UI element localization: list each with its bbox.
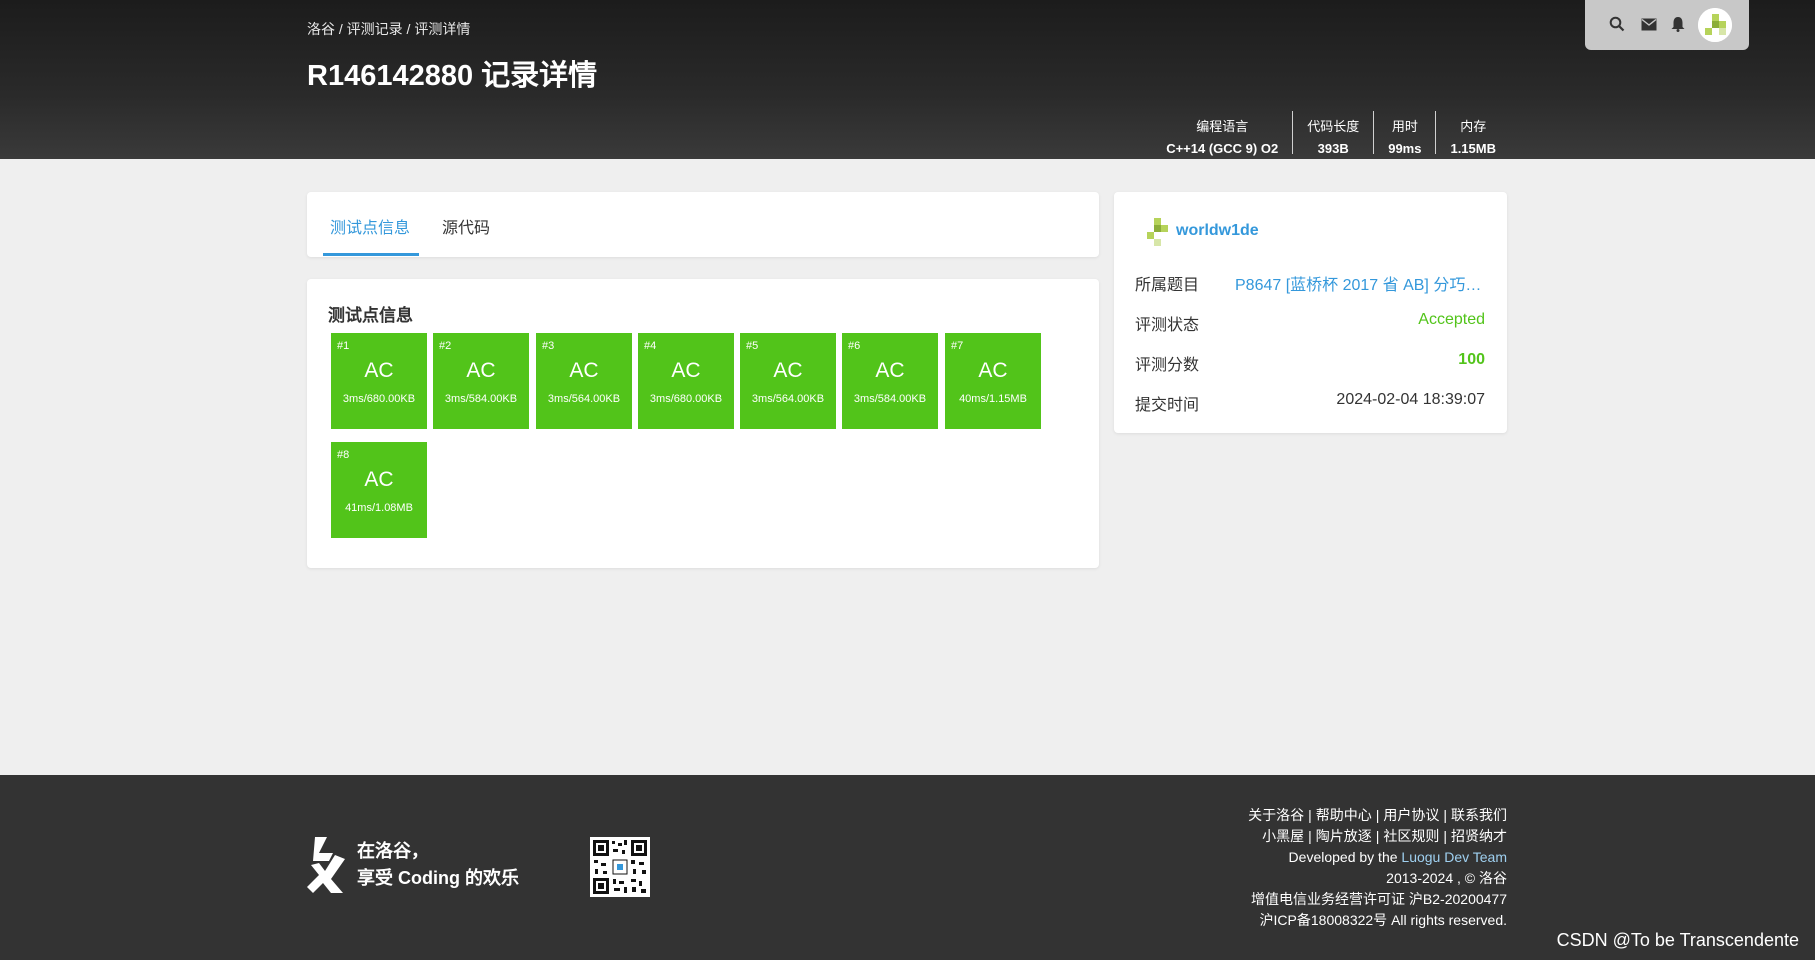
info-row-status: 评测状态 Accepted (1135, 311, 1485, 334)
luogu-logo-icon[interactable] (305, 835, 349, 895)
bell-icon[interactable] (1668, 14, 1688, 34)
footer-link-rules[interactable]: 社区规则 (1383, 828, 1439, 844)
stat-language: 编程语言 C++14 (GCC 9) O2 (1166, 119, 1279, 156)
qr-code-icon (590, 837, 650, 897)
testcase-block[interactable]: #1 AC 3ms/680.00KB (331, 333, 427, 429)
footer-link-jobs[interactable]: 招贤纳才 (1451, 828, 1507, 844)
footer-links-row-1: 关于洛谷 | 帮助中心 | 用户协议 | 联系我们 (1248, 807, 1507, 823)
info-row-score: 评测分数 100 (1135, 351, 1485, 374)
footer-license[interactable]: 增值电信业务经营许可证 沪B2-20200477 (1248, 889, 1507, 910)
stat-code-length: 代码长度 393B (1292, 111, 1373, 156)
footer-copyright: 2013-2024 , © 洛谷 (1386, 870, 1507, 886)
testcase-block[interactable]: #7 AC 40ms/1.15MB (945, 333, 1041, 429)
record-stats: 编程语言 C++14 (GCC 9) O2 代码长度 393B 用时 99ms … (1152, 111, 1510, 156)
breadcrumb-records[interactable]: 评测记录 (347, 21, 403, 37)
user-avatar-icon[interactable] (1146, 216, 1168, 246)
search-icon[interactable] (1607, 14, 1627, 34)
breadcrumb-separator: / (402, 21, 415, 37)
submit-time: 2024-02-04 18:39:07 (1336, 391, 1485, 408)
page-title: R146142880 记录详情 (307, 60, 598, 92)
status-badge: Accepted (1418, 311, 1485, 328)
user-avatar[interactable] (1698, 8, 1732, 42)
user-name-link[interactable]: worldw1de (1176, 222, 1259, 240)
footer: 在洛谷， 享受 Coding 的欢乐 关于洛谷 | 帮助中心 | 用户协议 | 联系我们 小… (0, 775, 1815, 960)
testcases-card: 测试点信息 #1 AC 3ms/680.00KB #2 AC 3ms/584.0… (307, 279, 1099, 568)
testcase-block[interactable]: #3 AC 3ms/564.00KB (536, 333, 632, 429)
footer-developed-by: Developed by the Luogu Dev Team (1288, 849, 1507, 865)
footer-link-blacklist[interactable]: 小黑屋 (1262, 828, 1304, 844)
testcase-block[interactable]: #8 AC 41ms/1.08MB (331, 442, 427, 538)
breadcrumb: 洛谷 / 评测记录 / 评测详情 (307, 19, 470, 39)
user-row: worldw1de (1146, 216, 1259, 246)
footer-link-dev-team[interactable]: Luogu Dev Team (1401, 849, 1507, 865)
breadcrumb-home[interactable]: 洛谷 (307, 21, 335, 37)
testcase-block[interactable]: #6 AC 3ms/584.00KB (842, 333, 938, 429)
footer-icp[interactable]: 沪ICP备18008322号 All rights reserved. (1248, 910, 1507, 931)
tabs-card: 测试点信息 源代码 (307, 192, 1099, 257)
info-row-submit-time: 提交时间 2024-02-04 18:39:07 (1135, 391, 1485, 414)
stat-time: 用时 99ms (1373, 111, 1435, 156)
footer-link-about[interactable]: 关于洛谷 (1248, 807, 1304, 823)
footer-links: 关于洛谷 | 帮助中心 | 用户协议 | 联系我们 小黑屋 | 陶片放逐 | 社区规则 | 招贤纳才 D… (1248, 805, 1507, 931)
tab-source-code[interactable]: 源代码 (442, 214, 490, 238)
breadcrumb-separator: / (335, 21, 347, 37)
footer-slogan: 在洛谷， 享受 Coding 的欢乐 (357, 841, 519, 888)
footer-link-ostracism[interactable]: 陶片放逐 (1316, 828, 1372, 844)
score-value: 100 (1458, 351, 1485, 368)
footer-link-help[interactable]: 帮助中心 (1316, 807, 1372, 823)
footer-link-contact[interactable]: 联系我们 (1451, 807, 1507, 823)
mail-icon[interactable] (1639, 14, 1659, 34)
testcase-block[interactable]: #4 AC 3ms/680.00KB (638, 333, 734, 429)
testcase-block[interactable]: #5 AC 3ms/564.00KB (740, 333, 836, 429)
breadcrumb-detail[interactable]: 评测详情 (414, 21, 470, 37)
problem-link[interactable]: P8647 [蓝桥杯 2017 省 AB] 分巧克力 (1235, 271, 1485, 295)
active-tab-indicator (323, 253, 419, 256)
watermark: CSDN @To be Transcendente (1556, 930, 1799, 950)
tab-testcases[interactable]: 测试点信息 (330, 214, 410, 238)
footer-link-terms[interactable]: 用户协议 (1383, 807, 1439, 823)
stat-memory: 内存 1.15MB (1435, 111, 1510, 156)
top-actions-bar (1585, 0, 1749, 50)
footer-links-row-2: 小黑屋 | 陶片放逐 | 社区规则 | 招贤纳才 (1262, 828, 1507, 844)
testcase-block[interactable]: #2 AC 3ms/584.00KB (433, 333, 529, 429)
testcases-title: 测试点信息 (328, 306, 413, 325)
header: 洛谷 / 评测记录 / 评测详情 R146142880 记录详情 编程语言 C+… (0, 0, 1815, 159)
record-info-card: worldw1de 所属题目 P8647 [蓝桥杯 2017 省 AB] 分巧克… (1114, 192, 1507, 433)
info-row-problem: 所属题目 P8647 [蓝桥杯 2017 省 AB] 分巧克力 (1135, 271, 1485, 295)
